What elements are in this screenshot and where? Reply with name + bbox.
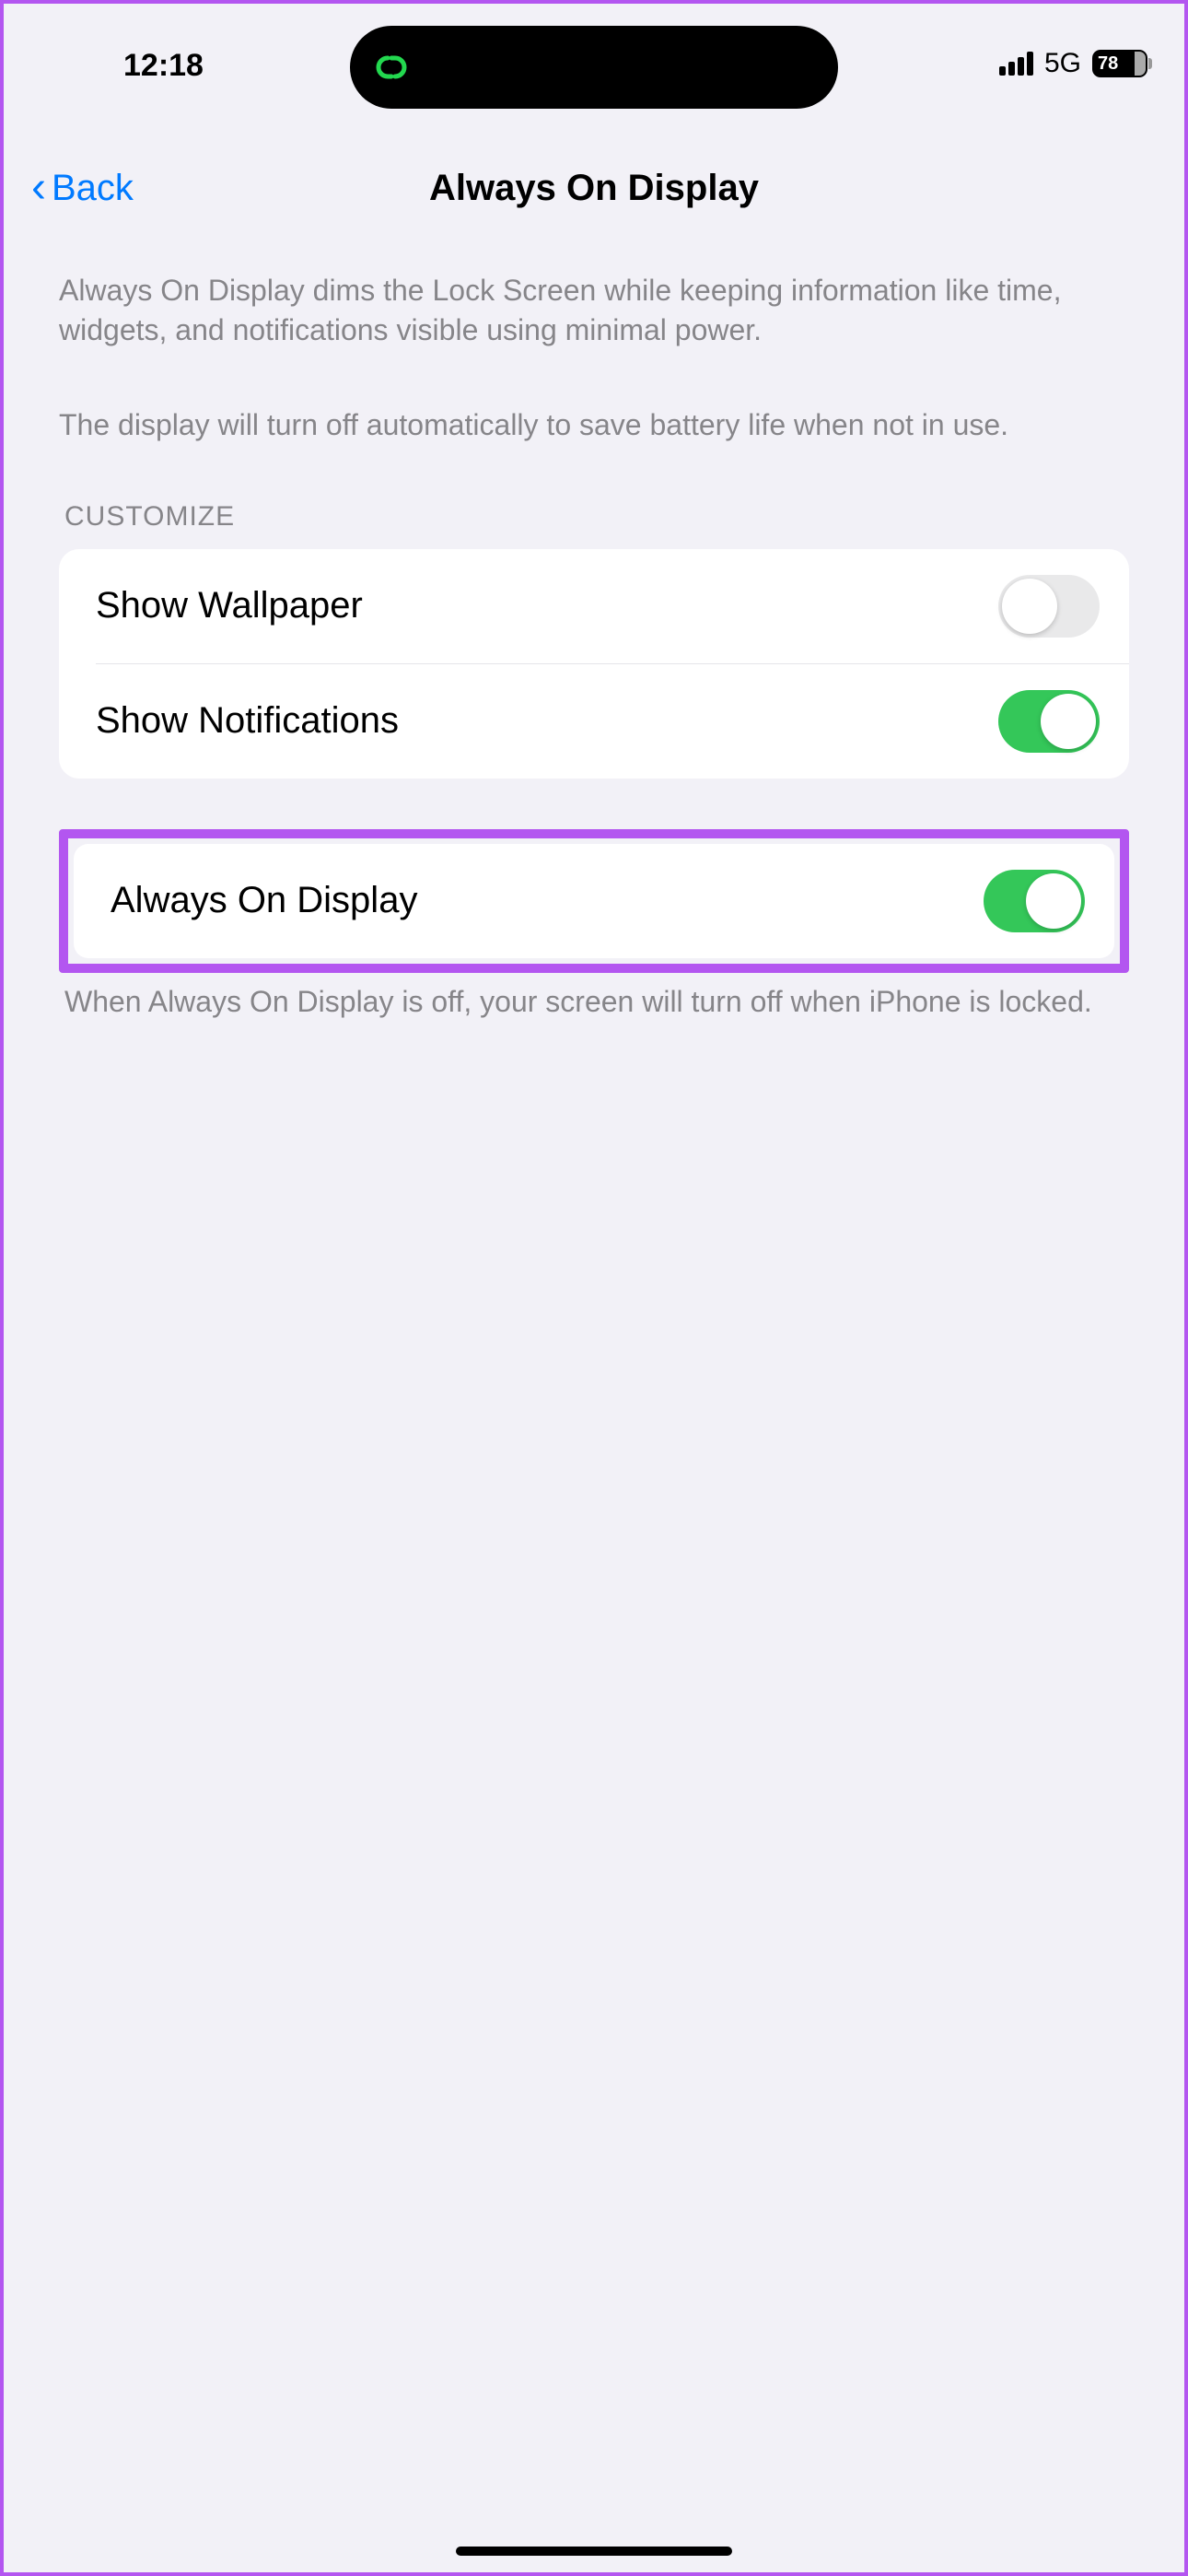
show-notifications-toggle[interactable] (998, 690, 1100, 753)
link-icon (368, 44, 414, 90)
always-on-display-toggle[interactable] (984, 870, 1085, 932)
status-time: 12:18 (123, 48, 204, 84)
always-on-display-group: Always On Display (74, 844, 1114, 958)
show-wallpaper-label: Show Wallpaper (96, 585, 363, 626)
customize-section-header: CUSTOMIZE (59, 501, 1129, 533)
always-on-display-label: Always On Display (111, 880, 417, 921)
status-right: 5G 78 (999, 48, 1147, 79)
dynamic-island[interactable] (350, 26, 838, 109)
page-title: Always On Display (4, 168, 1184, 209)
customize-settings-group: Show Wallpaper Show Notifications (59, 549, 1129, 779)
show-wallpaper-row: Show Wallpaper (59, 549, 1129, 663)
back-label: Back (52, 168, 134, 209)
description-paragraph-1: Always On Display dims the Lock Screen w… (59, 271, 1129, 350)
cellular-signal-icon (999, 52, 1033, 76)
status-bar: 12:18 5G 78 (4, 4, 1184, 133)
footer-description: When Always On Display is off, your scre… (59, 982, 1129, 1022)
network-label: 5G (1044, 48, 1081, 79)
always-on-display-row: Always On Display (74, 844, 1114, 958)
navigation-bar: ‹ Back Always On Display (4, 142, 1184, 234)
show-notifications-row: Show Notifications (96, 663, 1129, 779)
battery-icon: 78 (1092, 50, 1147, 77)
show-wallpaper-toggle[interactable] (998, 575, 1100, 638)
show-notifications-label: Show Notifications (96, 700, 399, 742)
chevron-left-icon: ‹ (31, 166, 46, 210)
battery-percent: 78 (1098, 53, 1118, 75)
description-paragraph-2: The display will turn off automatically … (59, 405, 1129, 445)
back-button[interactable]: ‹ Back (31, 166, 134, 210)
highlighted-annotation: Always On Display (59, 829, 1129, 973)
home-indicator[interactable] (456, 2547, 732, 2556)
